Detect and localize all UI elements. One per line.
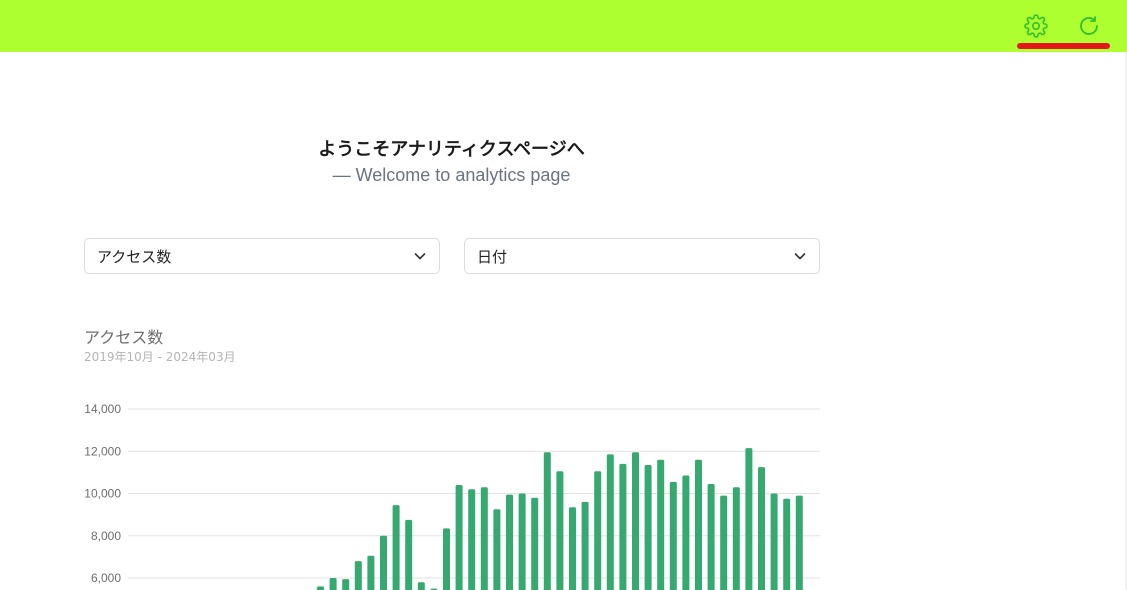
- chart-bar[interactable]: [556, 471, 564, 590]
- y-tick-label: 10,000: [84, 487, 121, 501]
- page-subtitle: — Welcome to analytics page: [332, 165, 571, 185]
- chart-bar[interactable]: [518, 493, 526, 590]
- chart-bar[interactable]: [531, 497, 539, 590]
- chart-bar[interactable]: [329, 578, 337, 590]
- chart-bar[interactable]: [581, 501, 589, 590]
- y-tick-label: 6,000: [91, 571, 121, 585]
- chart-bar[interactable]: [443, 528, 450, 590]
- dimension-select[interactable]: 日付: [464, 238, 820, 274]
- y-tick-label: 14,000: [84, 402, 121, 416]
- chart-bar[interactable]: [468, 489, 476, 590]
- chart-bar[interactable]: [380, 535, 387, 590]
- chart-bar[interactable]: [354, 561, 362, 590]
- y-tick-label: 8,000: [91, 529, 121, 543]
- chevron-down-icon: [414, 253, 426, 260]
- chart-bar[interactable]: [480, 487, 488, 590]
- chart-bar[interactable]: [569, 507, 576, 590]
- chart-bar[interactable]: [606, 454, 614, 590]
- page-title: ようこそアナリティクスページへ: [318, 139, 585, 160]
- settings-button[interactable]: [1021, 11, 1051, 41]
- chart-bar[interactable]: [493, 509, 501, 590]
- chart-bar[interactable]: [682, 475, 690, 590]
- chevron-down-icon: [794, 253, 806, 260]
- chart-title: アクセス数: [84, 328, 164, 347]
- chart-bar[interactable]: [758, 467, 765, 590]
- chart-bar[interactable]: [543, 452, 551, 590]
- refresh-button[interactable]: [1074, 11, 1104, 41]
- chart-bar[interactable]: [405, 519, 413, 590]
- chart-bar[interactable]: [720, 495, 728, 590]
- chart-bar[interactable]: [594, 471, 602, 590]
- dimension-select-value: 日付: [477, 247, 508, 266]
- refresh-icon: [1080, 16, 1098, 35]
- chart-bar[interactable]: [795, 495, 803, 590]
- chart-bar[interactable]: [644, 465, 652, 590]
- chart-bar[interactable]: [417, 582, 425, 590]
- access-bar-chart: 6,000 8,000 10,000 12,000 14,000: [84, 402, 820, 590]
- chart-bar[interactable]: [695, 459, 702, 590]
- chart-bar[interactable]: [669, 481, 677, 590]
- chart-bar[interactable]: [707, 484, 715, 590]
- chart-bar[interactable]: [506, 494, 513, 590]
- chart-bar[interactable]: [745, 448, 753, 590]
- header-bar: [0, 0, 1127, 52]
- chart-bar[interactable]: [392, 505, 400, 590]
- chart-bar[interactable]: [770, 493, 778, 590]
- y-tick-label: 12,000: [84, 444, 121, 458]
- chart-bar[interactable]: [367, 555, 375, 590]
- chart-bar[interactable]: [632, 452, 639, 590]
- chart-period: 2019年10月 - 2024年03月: [84, 350, 236, 364]
- metric-select-value: アクセス数: [97, 247, 172, 266]
- gear-icon: [1024, 14, 1048, 38]
- chart-bar[interactable]: [455, 485, 463, 590]
- metric-select[interactable]: アクセス数: [84, 238, 440, 274]
- chart-bar[interactable]: [732, 487, 740, 590]
- chart-bar[interactable]: [317, 586, 324, 590]
- chart-bar[interactable]: [619, 463, 627, 590]
- chart-bar[interactable]: [783, 498, 791, 590]
- chart-bar[interactable]: [657, 459, 665, 590]
- chart-bar[interactable]: [342, 579, 350, 590]
- active-indicator: [1017, 43, 1110, 49]
